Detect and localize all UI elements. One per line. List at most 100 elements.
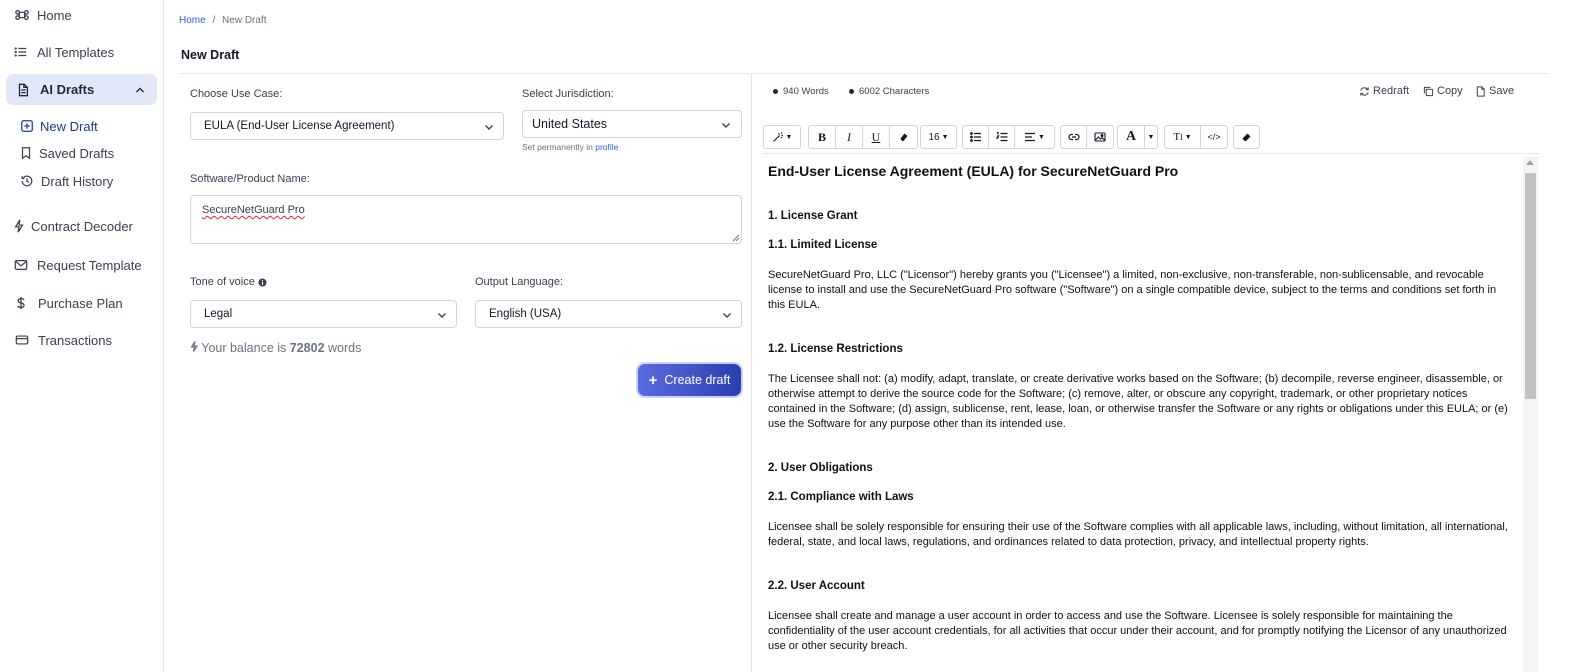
format-group: B I U — [808, 125, 918, 149]
copy-button[interactable]: Copy — [1423, 85, 1463, 97]
balance-suffix: words — [328, 341, 362, 355]
link-button[interactable] — [1061, 126, 1088, 148]
jurisdiction-label: Select Jurisdiction: — [522, 88, 614, 100]
code-view-button[interactable]: </> — [1201, 126, 1227, 148]
text-style-dropdown[interactable]: T I ▼ — [1165, 126, 1201, 148]
sidebar-item-transactions[interactable]: Transactions — [0, 325, 164, 355]
sidebar-item-label: AI Drafts — [40, 82, 95, 97]
use-case-select[interactable]: EULA (End-User License Agreement) — [190, 112, 504, 140]
product-name-label: Software/Product Name: — [190, 173, 310, 185]
section-heading: 1. License Grant — [768, 210, 858, 222]
font-size-dropdown[interactable]: 16 ▼ — [920, 125, 957, 149]
document-title: End-User License Agreement (EULA) for Se… — [768, 163, 1179, 179]
redraft-button[interactable]: Redraft — [1359, 85, 1409, 97]
language-label: Output Language: — [475, 276, 564, 288]
erase-group — [1233, 125, 1260, 149]
sidebar-item-all-templates[interactable]: All Templates — [0, 37, 164, 67]
section-heading: 2.2. User Account — [768, 580, 865, 592]
font-color-dropdown[interactable]: A ▼ — [1117, 125, 1158, 149]
sidebar-item-saved-drafts[interactable]: Saved Drafts — [0, 138, 164, 168]
info-icon[interactable] — [258, 277, 267, 287]
divider — [180, 73, 1548, 74]
jurisdiction-select[interactable]: United States — [522, 110, 742, 138]
numbered-list-icon — [995, 131, 1007, 142]
magic-style-dropdown[interactable]: ▼ — [763, 125, 801, 149]
sidebar-item-label: Draft History — [41, 173, 114, 189]
plus-icon: + — [648, 371, 658, 389]
italic-button[interactable]: I — [836, 126, 863, 148]
word-count: 940 Words — [773, 86, 829, 97]
list-icon — [13, 44, 29, 60]
tone-select[interactable]: Legal — [190, 300, 457, 328]
code-icon: </> — [1207, 132, 1221, 142]
scroll-thumb[interactable] — [1525, 173, 1536, 399]
file-icon — [1476, 85, 1485, 97]
sidebar-item-label: Transactions — [38, 332, 112, 348]
page-title: New Draft — [181, 48, 240, 62]
paragraph: SecureNetGuard Pro, LLC ("Licensor") her… — [768, 269, 1497, 311]
resize-handle-icon[interactable] — [731, 233, 740, 242]
sidebar-item-label: Home — [37, 7, 72, 23]
eraser-icon — [900, 133, 907, 141]
bullet-list-button[interactable] — [963, 126, 989, 148]
sidebar-item-ai-drafts[interactable]: AI Drafts — [6, 74, 157, 105]
save-button[interactable]: Save — [1475, 85, 1514, 97]
product-name-value: SecureNetGuard Pro — [202, 204, 305, 216]
lightning-icon — [190, 341, 199, 352]
document-scrollbar[interactable] — [1523, 157, 1538, 672]
magic-wand-icon[interactable]: ▼ — [764, 126, 800, 148]
breadcrumb-separator: / — [212, 15, 216, 26]
refresh-icon — [1360, 86, 1369, 96]
paragraph: Licensee shall create and manage a user … — [768, 610, 1507, 652]
bold-button[interactable]: B — [809, 126, 836, 148]
mail-icon — [13, 257, 29, 273]
bookmark-icon — [18, 145, 34, 161]
insert-group — [1060, 125, 1114, 149]
text-style-group: T I ▼ </> — [1164, 125, 1228, 149]
credit-card-icon — [14, 332, 30, 348]
copy-label: Copy — [1437, 85, 1463, 97]
section-heading: 2.1. Compliance with Laws — [768, 491, 914, 503]
sidebar-item-label: New Draft — [40, 118, 98, 134]
balance-value: 72802 — [289, 341, 325, 355]
chevron-down-icon — [723, 313, 731, 318]
chevron-down-icon — [438, 313, 446, 318]
scroll-up-icon[interactable] — [1526, 160, 1534, 165]
sidebar-item-label: Request Template — [37, 257, 142, 273]
plus-square-icon — [19, 118, 35, 134]
character-count-value: 6002 Characters — [859, 86, 930, 97]
profile-link[interactable]: profile — [595, 142, 618, 152]
sidebar-item-request-template[interactable]: Request Template — [0, 250, 164, 280]
bullet-icon — [849, 89, 854, 94]
breadcrumb-home-link[interactable]: Home — [179, 15, 206, 26]
sidebar-item-label: All Templates — [37, 44, 115, 60]
image-button[interactable] — [1087, 126, 1113, 148]
tone-label-row: Tone of voice — [190, 276, 267, 288]
sidebar-item-purchase-plan[interactable]: Purchase Plan — [0, 288, 164, 318]
bullet-list-icon — [969, 132, 981, 142]
sidebar-item-label: Saved Drafts — [39, 145, 115, 161]
numbered-list-button[interactable] — [989, 126, 1015, 148]
font-color-caret[interactable]: ▼ — [1145, 126, 1157, 148]
sidebar-item-new-draft[interactable]: New Draft — [0, 111, 164, 141]
sidebar-item-label: Purchase Plan — [38, 295, 123, 311]
sidebar-item-contract-decoder[interactable]: Contract Decoder — [0, 211, 164, 241]
section-heading: 1.1. Limited License — [768, 239, 878, 251]
clear-format-button[interactable] — [890, 126, 917, 148]
underline-button[interactable]: U — [863, 126, 890, 148]
create-draft-button[interactable]: + Create draft — [638, 364, 741, 396]
sidebar-item-home[interactable]: Home — [0, 0, 164, 30]
tone-value: Legal — [204, 308, 233, 320]
create-draft-label: Create draft — [664, 373, 731, 387]
sidebar-item-draft-history[interactable]: Draft History — [0, 166, 164, 196]
document-editor[interactable]: End-User License Agreement (EULA) for Se… — [768, 155, 1516, 672]
editor-divider — [762, 153, 1540, 154]
eraser-button[interactable] — [1234, 126, 1259, 148]
align-dropdown[interactable]: ▼ — [1015, 126, 1054, 148]
use-case-value: EULA (End-User License Agreement) — [204, 120, 395, 132]
language-select[interactable]: English (USA) — [475, 300, 742, 328]
font-color-button[interactable]: A — [1118, 126, 1145, 148]
tone-label: Tone of voice — [190, 276, 255, 288]
product-name-textarea[interactable]: SecureNetGuard Pro — [190, 195, 742, 244]
section-heading: 1.2. License Restrictions — [768, 343, 903, 355]
